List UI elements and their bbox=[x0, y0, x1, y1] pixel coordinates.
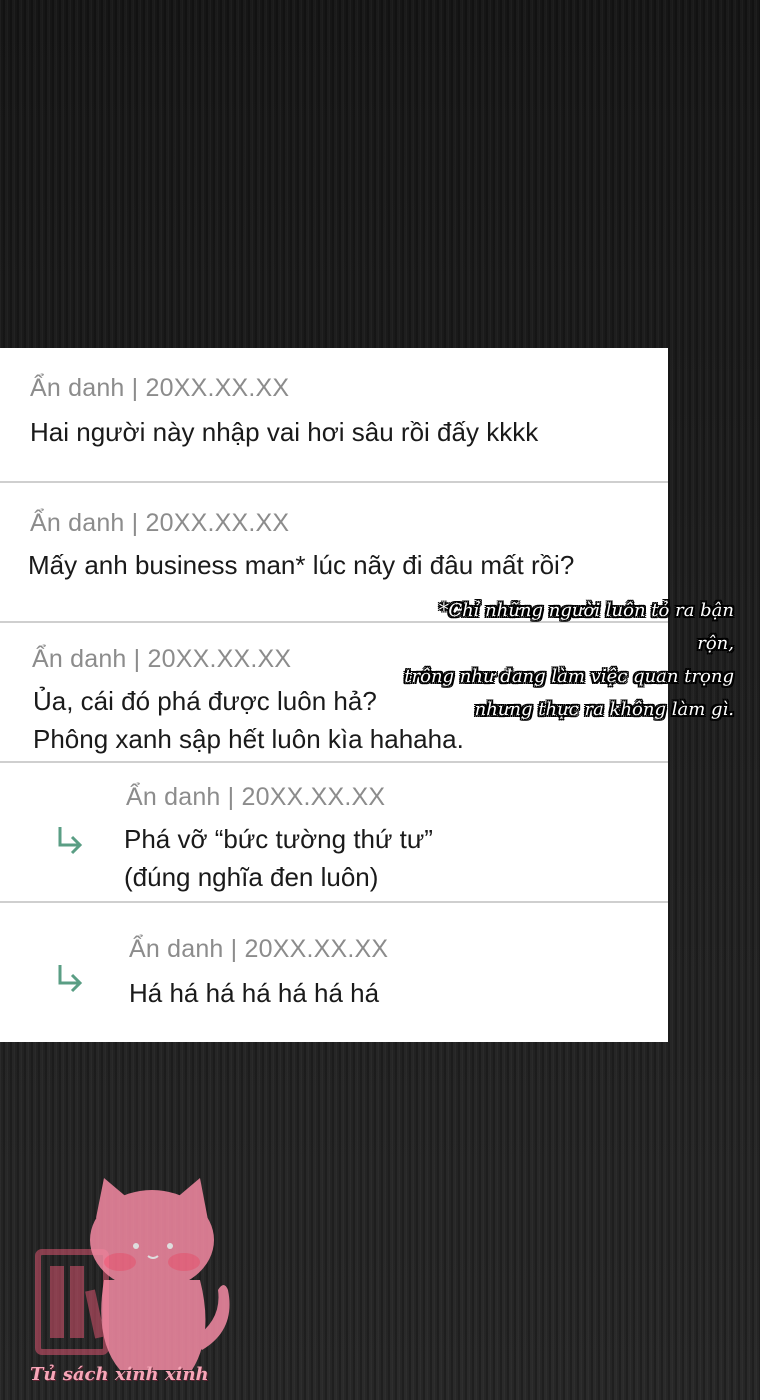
comment-item: Ẩn danh | 20XX.XX.XX Hai người này nhập … bbox=[0, 348, 668, 483]
footnote-line: *Chỉ những người luôn tỏ ra bận rộn, bbox=[439, 600, 734, 654]
footnote-line: nhưng thực ra không làm gì. bbox=[474, 699, 734, 720]
bookshelf-icon bbox=[35, 1249, 109, 1355]
reply-item: Ẩn danh | 20XX.XX.XX Phá vỡ “bức tường t… bbox=[0, 763, 668, 903]
reply-arrow-icon bbox=[58, 827, 83, 855]
comment-meta: Ẩn danh | 20XX.XX.XX bbox=[126, 783, 386, 811]
footnote-line: trông như đang làm việc quan trọng bbox=[404, 666, 734, 687]
reply-item: Ẩn danh | 20XX.XX.XX Há há há há há há h… bbox=[0, 903, 668, 1042]
cat-mascot-icon bbox=[90, 1178, 230, 1370]
comment-meta: Ẩn danh | 20XX.XX.XX bbox=[30, 509, 290, 537]
comment-text: Phá vỡ “bức tường thứ tư” bbox=[124, 824, 433, 854]
reply-arrow-icon bbox=[58, 965, 83, 993]
comment-text: Ủa, cái đó phá được luôn hả? bbox=[33, 686, 377, 716]
comment-text: Phông xanh sập hết luôn kìa hahaha. bbox=[33, 724, 464, 754]
comment-meta: Ẩn danh | 20XX.XX.XX bbox=[129, 935, 389, 963]
comment-text: Há há há há há há há bbox=[129, 978, 380, 1008]
comment-meta: Ẩn danh | 20XX.XX.XX bbox=[32, 645, 292, 673]
watermark-text: Tủ sách xinh xinh bbox=[30, 1364, 209, 1385]
watermark-logo bbox=[35, 1178, 230, 1370]
comment-text: Mấy anh business man* lúc nãy đi đâu mất… bbox=[28, 550, 575, 580]
comment-text: Hai người này nhập vai hơi sâu rồi đấy k… bbox=[30, 417, 539, 447]
comment-meta: Ẩn danh | 20XX.XX.XX bbox=[30, 374, 290, 402]
comment-text: (đúng nghĩa đen luôn) bbox=[124, 862, 379, 892]
translator-footnote: *Chỉ những người luôn tỏ ra bận rộn, trô… bbox=[404, 594, 734, 726]
